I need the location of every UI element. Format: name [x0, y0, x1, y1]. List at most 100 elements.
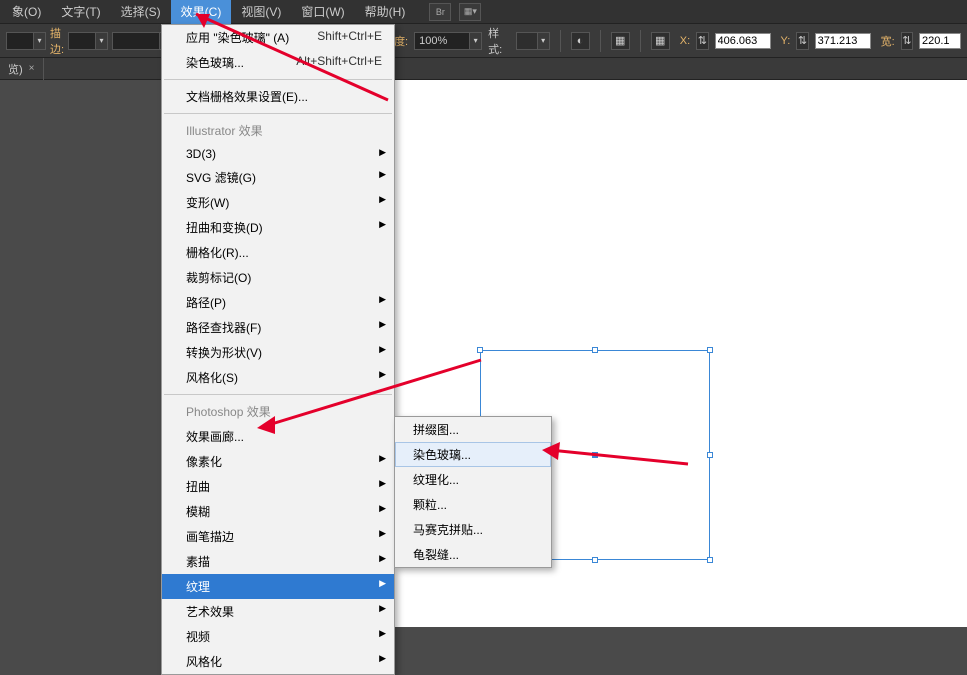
menu-item-effect-gallery[interactable]: 效果画廊... — [162, 424, 394, 449]
menu-item-stylize-ps[interactable]: 风格化▶ — [162, 649, 394, 674]
resize-handle-bottom-right[interactable] — [707, 557, 713, 563]
resize-handle-top-middle[interactable] — [592, 347, 598, 353]
menu-item-distort-ps[interactable]: 扭曲▶ — [162, 474, 394, 499]
submenu-item-stained-glass[interactable]: 染色玻璃... — [395, 442, 551, 467]
menu-item-label: 染色玻璃... — [186, 56, 244, 70]
w-stepper-icon[interactable]: ⇅ — [901, 32, 913, 50]
recolor-icon[interactable]: ◐ — [571, 32, 590, 50]
menu-separator — [164, 79, 392, 80]
menu-heading-illustrator-effects: Illustrator 效果 — [162, 118, 394, 143]
close-icon[interactable]: × — [29, 63, 35, 74]
submenu-arrow-icon: ▶ — [379, 628, 386, 639]
fill-dropdown-caret[interactable]: ▾ — [34, 32, 46, 50]
menu-item-brush-strokes[interactable]: 画笔描边▶ — [162, 524, 394, 549]
toolbar-separator — [600, 30, 601, 52]
document-tab-title: 览) — [8, 61, 23, 77]
stroke-group: ▾ 描边: ▾ ▾ — [6, 25, 172, 57]
menu-item-blur[interactable]: 模糊▶ — [162, 499, 394, 524]
y-stepper-icon[interactable]: ⇅ — [796, 32, 808, 50]
style-caret[interactable]: ▾ — [538, 32, 550, 50]
w-label: 宽: — [881, 33, 895, 49]
menu-view[interactable]: 视图(V) — [231, 0, 291, 24]
menu-item-svg-filters[interactable]: SVG 滤镜(G)▶ — [162, 165, 394, 190]
submenu-item-craquelure[interactable]: 龟裂缝... — [395, 542, 551, 567]
opacity-caret[interactable]: ▾ — [470, 32, 482, 50]
style-swatch[interactable] — [516, 32, 538, 50]
menu-help[interactable]: 帮助(H) — [355, 0, 416, 24]
toolbar-separator — [560, 30, 561, 52]
stroke-weight-field[interactable] — [112, 32, 160, 50]
menu-item-convert-to-shape[interactable]: 转换为形状(V)▶ — [162, 340, 394, 365]
menu-effect[interactable]: 效果(C) — [171, 0, 232, 24]
menu-item-stylize-ai[interactable]: 风格化(S)▶ — [162, 365, 394, 390]
y-input[interactable] — [815, 33, 871, 49]
x-stepper-icon[interactable]: ⇅ — [696, 32, 708, 50]
menu-item-pathfinder[interactable]: 路径查找器(F)▶ — [162, 315, 394, 340]
y-label: Y: — [781, 35, 791, 47]
stroke-dropdown-caret[interactable]: ▾ — [96, 32, 108, 50]
submenu-arrow-icon: ▶ — [379, 219, 386, 230]
x-label: X: — [680, 35, 690, 47]
resize-handle-top-right[interactable] — [707, 347, 713, 353]
menu-object[interactable]: 象(O) — [2, 0, 51, 24]
menu-type[interactable]: 文字(T) — [51, 0, 110, 24]
menu-window[interactable]: 窗口(W) — [291, 0, 354, 24]
submenu-arrow-icon: ▶ — [379, 169, 386, 180]
texture-submenu: 拼缀图... 染色玻璃... 纹理化... 颗粒... 马赛克拼贴... 龟裂缝… — [394, 416, 552, 568]
submenu-arrow-icon: ▶ — [379, 147, 386, 158]
menu-item-rasterize[interactable]: 栅格化(R)... — [162, 240, 394, 265]
menu-item-3d[interactable]: 3D(3)▶ — [162, 143, 394, 165]
submenu-arrow-icon: ▶ — [379, 553, 386, 564]
menu-item-video[interactable]: 视频▶ — [162, 624, 394, 649]
menu-item-sketch[interactable]: 素描▶ — [162, 549, 394, 574]
menu-shortcut: Shift+Ctrl+E — [317, 29, 382, 43]
submenu-arrow-icon: ▶ — [379, 369, 386, 380]
stroke-swatch[interactable] — [68, 32, 96, 50]
menu-item-distort-transform[interactable]: 扭曲和变换(D)▶ — [162, 215, 394, 240]
menu-item-texture[interactable]: 纹理▶ — [162, 574, 394, 599]
menu-item-warp[interactable]: 变形(W)▶ — [162, 190, 394, 215]
menu-heading-photoshop-effects: Photoshop 效果 — [162, 399, 394, 424]
menu-item-path[interactable]: 路径(P)▶ — [162, 290, 394, 315]
document-tabs: 览) × — [0, 58, 967, 80]
submenu-item-texturizer[interactable]: 纹理化... — [395, 467, 551, 492]
resize-handle-top-left[interactable] — [477, 347, 483, 353]
submenu-arrow-icon: ▶ — [379, 319, 386, 330]
menubar: 象(O) 文字(T) 选择(S) 效果(C) 视图(V) 窗口(W) 帮助(H)… — [0, 0, 967, 24]
submenu-arrow-icon: ▶ — [379, 528, 386, 539]
align-icon[interactable]: ▦ — [611, 32, 630, 50]
menu-item-document-raster-settings[interactable]: 文档栅格效果设置(E)... — [162, 84, 394, 109]
style-label: 样式: — [488, 25, 510, 57]
submenu-arrow-icon: ▶ — [379, 653, 386, 664]
opacity-input[interactable] — [414, 32, 470, 50]
resize-handle-middle-right[interactable] — [707, 452, 713, 458]
menu-select[interactable]: 选择(S) — [111, 0, 171, 24]
menu-item-apply-last-effect[interactable]: 应用 "染色玻璃" (A) Shift+Ctrl+E — [162, 25, 394, 50]
submenu-item-mosaic-tiles[interactable]: 马赛克拼贴... — [395, 517, 551, 542]
menu-item-last-effect[interactable]: 染色玻璃... Alt+Shift+Ctrl+E — [162, 50, 394, 75]
side-panel — [0, 80, 44, 627]
document-tab[interactable]: 览) × — [0, 58, 44, 80]
x-input[interactable] — [715, 33, 771, 49]
effects-dropdown-menu: 应用 "染色玻璃" (A) Shift+Ctrl+E 染色玻璃... Alt+S… — [161, 24, 395, 675]
menu-separator — [164, 113, 392, 114]
submenu-item-patchwork[interactable]: 拼缀图... — [395, 417, 551, 442]
submenu-arrow-icon: ▶ — [379, 344, 386, 355]
w-input[interactable] — [919, 33, 961, 49]
menu-item-artistic[interactable]: 艺术效果▶ — [162, 599, 394, 624]
toolbar-separator — [640, 30, 641, 52]
arrange-documents-icon[interactable]: ▦▾ — [459, 3, 481, 21]
submenu-arrow-icon: ▶ — [379, 478, 386, 489]
bridge-icon[interactable]: Br — [429, 3, 451, 21]
submenu-arrow-icon: ▶ — [379, 294, 386, 305]
selection-center-point[interactable] — [592, 452, 598, 458]
menu-item-crop-marks[interactable]: 裁剪标记(O) — [162, 265, 394, 290]
fill-swatch[interactable] — [6, 32, 34, 50]
submenu-arrow-icon: ▶ — [379, 603, 386, 614]
submenu-arrow-icon: ▶ — [379, 194, 386, 205]
menu-item-pixelate[interactable]: 像素化▶ — [162, 449, 394, 474]
resize-handle-bottom-middle[interactable] — [592, 557, 598, 563]
control-toolbar: ▾ 描边: ▾ ▾ 度: ▾ 样式: ▾ ◐ ▦ ▦ X: ⇅ Y: ⇅ 宽: … — [0, 24, 967, 58]
submenu-item-grain[interactable]: 颗粒... — [395, 492, 551, 517]
transform-icon[interactable]: ▦ — [651, 32, 670, 50]
